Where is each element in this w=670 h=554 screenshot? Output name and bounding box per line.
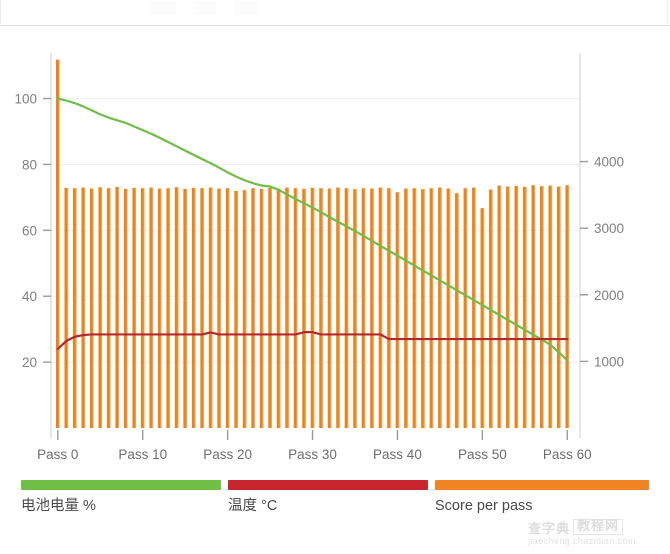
right-axis-tick-label: 3000 bbox=[594, 221, 624, 236]
bar-highlight bbox=[245, 190, 247, 428]
left-axis-tick-label: 100 bbox=[14, 92, 37, 107]
bar-highlight bbox=[483, 208, 485, 428]
bar-highlight bbox=[457, 193, 459, 428]
bar-highlight bbox=[117, 186, 120, 428]
x-axis-tick-label: Pass 0 bbox=[37, 447, 78, 462]
left-axis-tick-label: 80 bbox=[22, 157, 37, 172]
bar-highlight bbox=[398, 192, 400, 428]
bar-highlight bbox=[262, 188, 264, 428]
bar-highlight bbox=[542, 186, 544, 428]
x-axis-tick-label: Pass 30 bbox=[288, 447, 337, 462]
legend-row: 电池电量 % 温度 °C Score per pass bbox=[0, 480, 670, 526]
x-axis-tick-label: Pass 40 bbox=[373, 447, 422, 462]
bar-highlight bbox=[517, 185, 519, 428]
left-axis-tick-label: 20 bbox=[22, 355, 37, 370]
battery-score-temperature-chart: 20 40 60 80 100 1000 2000 3000 4000 Pass 0 Pass 10… bbox=[14, 53, 624, 462]
bar-highlight bbox=[559, 186, 561, 428]
bar-highlight bbox=[330, 188, 332, 428]
bar-highlight bbox=[440, 187, 442, 428]
bar-highlight bbox=[381, 187, 383, 428]
legend-label-temperature: 温度 °C bbox=[228, 498, 278, 514]
bar-highlight bbox=[66, 187, 69, 428]
x-axis-tick-label: Pass 60 bbox=[543, 447, 592, 462]
legend-item-battery[interactable]: 电池电量 % bbox=[21, 480, 221, 515]
bar-highlight bbox=[236, 190, 238, 428]
bar-highlight bbox=[279, 188, 281, 428]
bar-highlight bbox=[228, 188, 230, 428]
right-axis-tick-label: 1000 bbox=[594, 354, 624, 369]
bar-highlight bbox=[109, 188, 111, 428]
left-axis: 20 40 60 80 100 bbox=[14, 92, 51, 370]
bar-highlight bbox=[134, 187, 136, 428]
bar-highlight bbox=[100, 187, 103, 428]
bar-highlight bbox=[253, 188, 255, 428]
bar-highlight bbox=[466, 188, 468, 428]
bar-highlight bbox=[449, 188, 451, 428]
bar-highlight bbox=[143, 188, 145, 428]
legend-label-score: Score per pass bbox=[435, 498, 533, 514]
bar-highlight bbox=[219, 188, 221, 428]
bar-highlight bbox=[83, 187, 86, 428]
legend-item-temperature[interactable]: 温度 °C bbox=[228, 480, 428, 515]
bar-highlight bbox=[432, 188, 434, 428]
x-axis: Pass 0 Pass 10 Pass 20 Pass 30 Pass 40 Pass 5… bbox=[37, 430, 592, 462]
bar-highlight bbox=[491, 189, 493, 428]
bar-highlight bbox=[321, 188, 323, 428]
bar-highlight bbox=[533, 185, 536, 428]
bar-highlight bbox=[550, 185, 553, 428]
chart-legend: 电池电量 % 温度 °C Score per pass bbox=[0, 480, 670, 554]
bar-highlight bbox=[202, 188, 204, 428]
bar-highlight bbox=[304, 188, 306, 428]
top-strip bbox=[0, 0, 670, 26]
legend-item-score[interactable]: Score per pass bbox=[435, 480, 649, 515]
top-strip-inner bbox=[0, 0, 668, 24]
bar-highlight bbox=[508, 186, 510, 428]
x-axis-tick-label: Pass 20 bbox=[203, 447, 252, 462]
legend-label-battery: 电池电量 % bbox=[21, 498, 96, 514]
bar-highlight bbox=[389, 188, 391, 428]
bar-highlight bbox=[126, 188, 128, 428]
bar-highlight bbox=[211, 187, 213, 428]
bar-highlight bbox=[364, 188, 366, 428]
bar-highlight bbox=[313, 187, 315, 428]
bar-highlight bbox=[58, 59, 60, 429]
bar-highlight bbox=[168, 188, 170, 428]
bar-highlight bbox=[415, 188, 417, 428]
bar-highlight bbox=[92, 188, 94, 428]
x-axis-tick-label: Pass 50 bbox=[458, 447, 507, 462]
left-axis-tick-label: 60 bbox=[22, 223, 37, 238]
bar-highlight bbox=[177, 187, 179, 428]
bar-highlight bbox=[525, 186, 527, 428]
bar-highlight bbox=[151, 187, 153, 428]
bar-highlight bbox=[423, 189, 425, 428]
bar-highlight bbox=[194, 187, 196, 428]
grid-lines bbox=[51, 98, 581, 363]
legend-swatch-battery bbox=[21, 480, 221, 490]
right-axis-tick-label: 2000 bbox=[594, 288, 624, 303]
bar-highlight bbox=[567, 185, 570, 428]
right-axis-tick-label: 4000 bbox=[594, 155, 624, 170]
bar-highlight bbox=[347, 188, 349, 428]
bar-highlight bbox=[296, 188, 298, 428]
bar-highlight bbox=[75, 188, 77, 428]
chart-app: 20 40 60 80 100 1000 2000 3000 4000 Pass 0 Pass 10… bbox=[0, 0, 670, 554]
legend-swatch-score bbox=[435, 480, 649, 490]
left-axis-tick-label: 40 bbox=[22, 289, 37, 304]
faint-header-mark bbox=[151, 1, 291, 15]
bar-highlight bbox=[287, 187, 289, 428]
legend-swatch-temperature bbox=[228, 480, 428, 490]
bar-highlight bbox=[355, 189, 357, 428]
bar-highlight bbox=[500, 185, 502, 428]
x-axis-tick-label: Pass 10 bbox=[118, 447, 167, 462]
bar-highlight bbox=[474, 187, 476, 428]
score-bars bbox=[56, 59, 570, 429]
chart-area: 20 40 60 80 100 1000 2000 3000 4000 Pass 0 Pass 10… bbox=[0, 26, 670, 480]
bar-highlight bbox=[406, 188, 408, 428]
bar-highlight bbox=[270, 187, 272, 428]
right-axis: 1000 2000 3000 4000 bbox=[580, 155, 624, 369]
bar-highlight bbox=[160, 188, 162, 428]
bar-highlight bbox=[185, 188, 187, 428]
bar-highlight bbox=[372, 188, 374, 428]
